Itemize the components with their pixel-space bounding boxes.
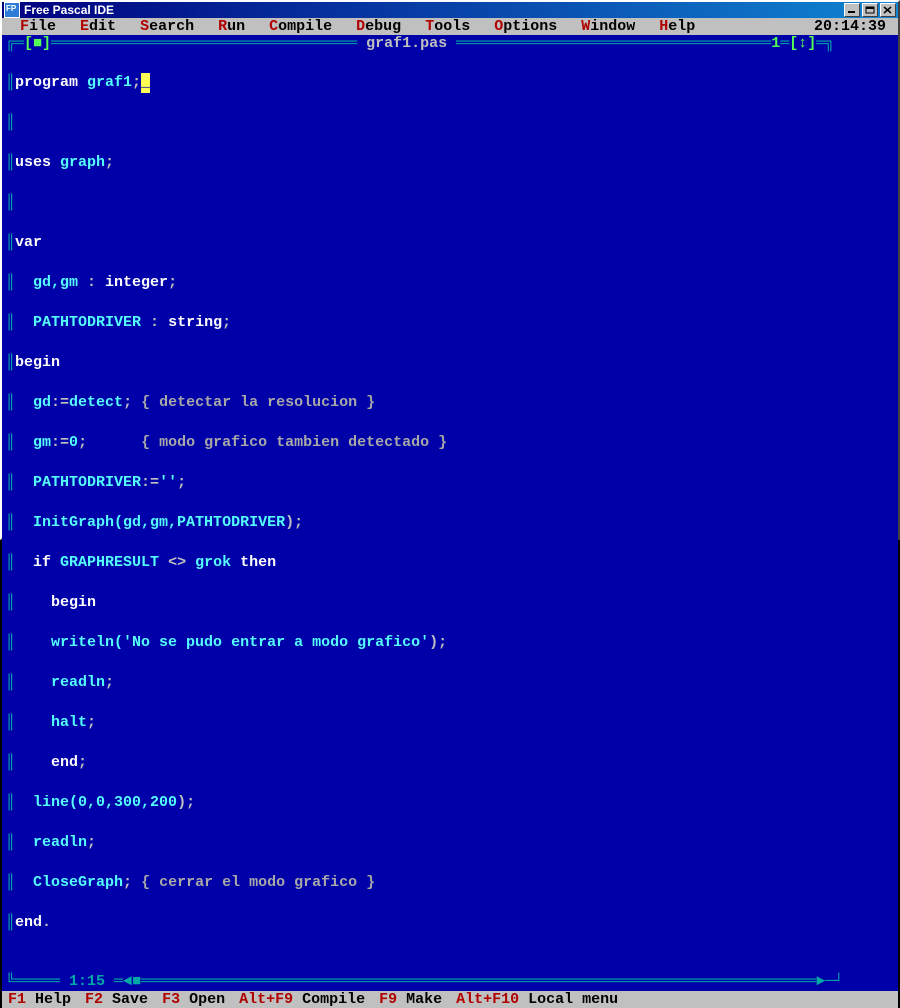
status-compile[interactable]: Alt+F9 Compile — [239, 991, 379, 1008]
status-help[interactable]: F1 Help — [8, 991, 85, 1008]
minimize-button[interactable] — [844, 3, 860, 17]
clock: 20:14:39 — [814, 18, 898, 35]
menu-help[interactable]: Help — [647, 18, 707, 35]
menu-tools[interactable]: Tools — [413, 18, 482, 35]
scroll-thumb-icon[interactable]: ■ — [132, 973, 141, 990]
titlebar[interactable]: Free Pascal IDE — [2, 2, 898, 18]
app-icon — [4, 2, 20, 18]
menu-options[interactable]: Options — [482, 18, 569, 35]
menu-edit[interactable]: Edit — [68, 18, 128, 35]
status-save[interactable]: F2 Save — [85, 991, 162, 1008]
editor-maximize-icon[interactable]: [↕] — [789, 35, 816, 52]
menu-search[interactable]: Search — [128, 18, 206, 35]
menu-run[interactable]: Run — [206, 18, 257, 35]
status-open[interactable]: F3 Open — [162, 991, 239, 1008]
editor-frame-bottom: ╚═════ 1:15 ═◄■═════════════════════════… — [2, 973, 898, 991]
scroll-left-icon[interactable]: ◄ — [123, 973, 132, 990]
menu-window[interactable]: Window — [569, 18, 647, 35]
status-make[interactable]: F9 Make — [379, 991, 456, 1008]
window-controls — [844, 3, 896, 17]
editor-close-icon[interactable]: [■] — [24, 35, 51, 52]
menu-debug[interactable]: Debug — [344, 18, 413, 35]
menu-file[interactable]: File — [8, 18, 68, 35]
window-title: Free Pascal IDE — [24, 3, 844, 17]
editor-frame-top: ╔═[■]══════════════════════════════════ … — [2, 35, 898, 53]
cursor-position: 1:15 — [69, 973, 105, 990]
code-editor[interactable]: ║program graf1;_ ║ ║uses graph; ║ ║var ║… — [2, 53, 898, 973]
menu-compile[interactable]: Compile — [257, 18, 344, 35]
menubar: File Edit Search Run Compile Debug Tools… — [2, 18, 898, 35]
editor-window: ╔═[■]══════════════════════════════════ … — [2, 35, 898, 991]
text-cursor: _ — [141, 73, 150, 93]
maximize-button[interactable] — [862, 3, 878, 17]
main-window: Free Pascal IDE File Edit Search Run Com… — [0, 0, 900, 540]
editor-window-number: 1 — [771, 35, 780, 52]
editor-filename: graf1.pas — [357, 35, 456, 52]
close-button[interactable] — [880, 3, 896, 17]
statusbar: F1 Help F2 Save F3 Open Alt+F9 Compile F… — [2, 991, 898, 1008]
scroll-right-icon[interactable]: ► — [816, 973, 825, 990]
status-localmenu[interactable]: Alt+F10 Local menu — [456, 991, 632, 1008]
